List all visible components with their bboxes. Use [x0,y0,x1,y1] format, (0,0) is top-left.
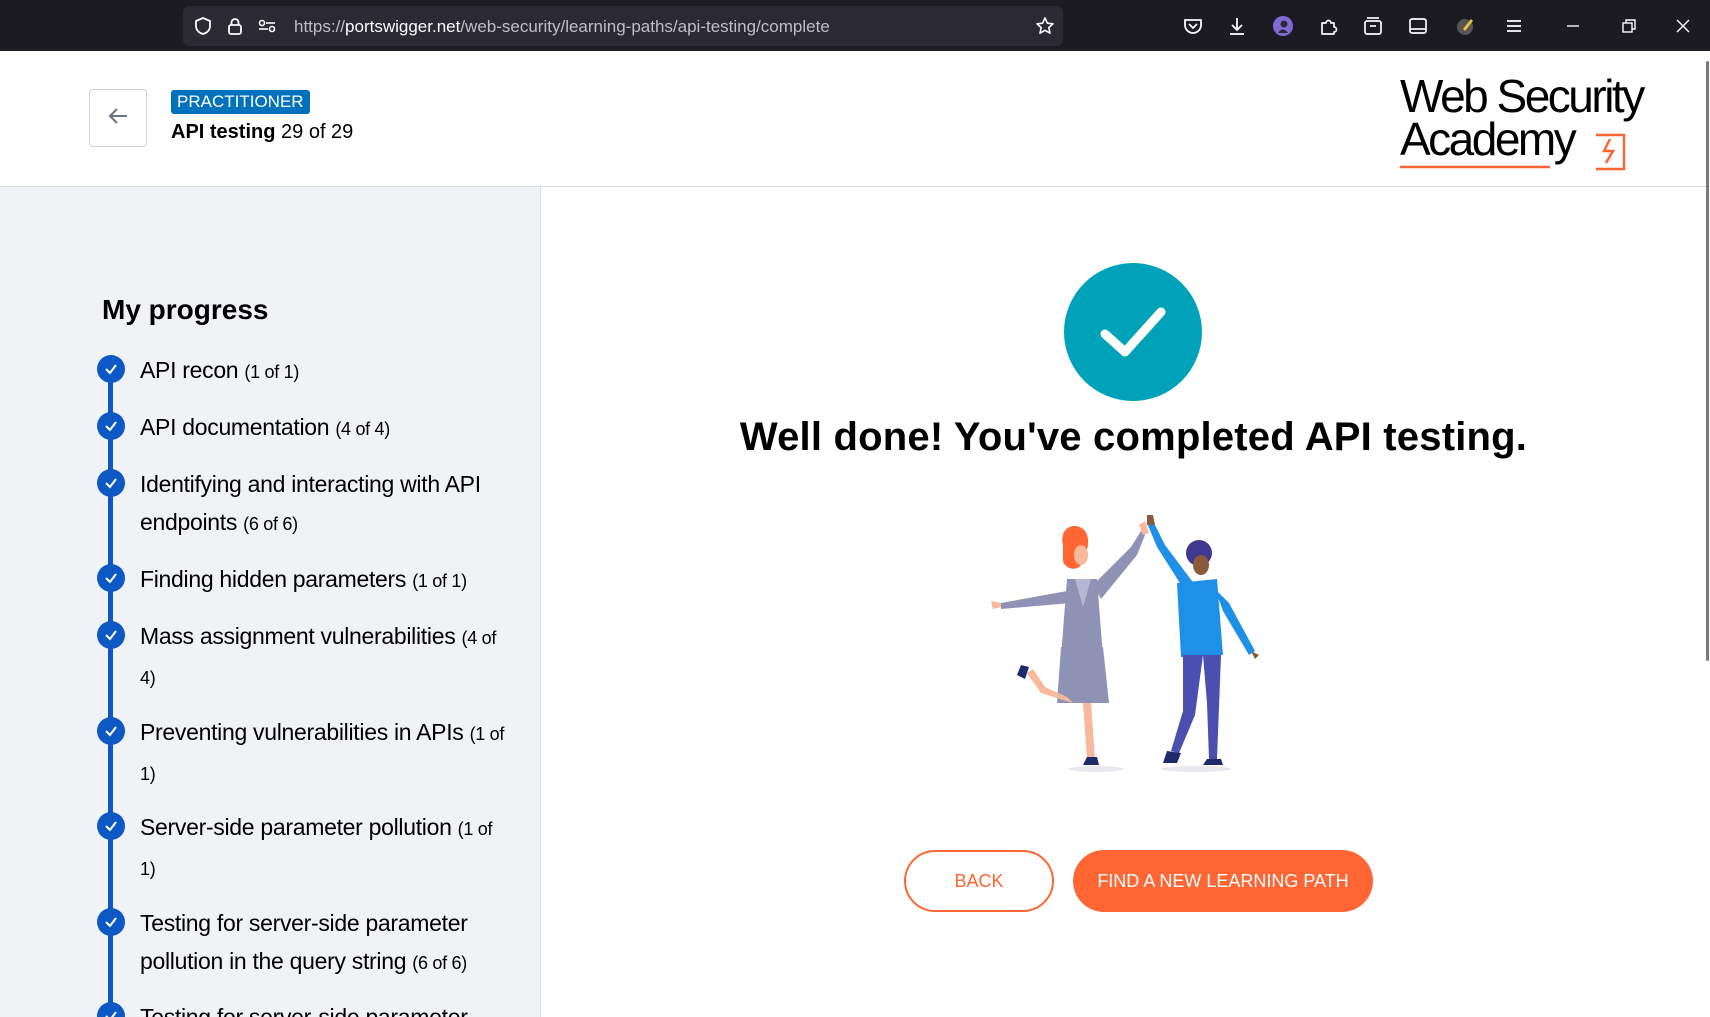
back-button[interactable]: BACK [904,850,1054,912]
progress-title: My progress [102,294,269,325]
completion-headline: Well done! You've completed API testing. [739,415,1528,459]
progress-item-label: Testing for server-side parameter [140,1004,468,1017]
restore-icon[interactable] [1617,15,1639,37]
progress-item-label: Server-side parameter pollution [140,814,452,840]
progress-item-count: (6 of 6) [412,953,467,973]
url-text[interactable]: https://portswigger.net/web-security/lea… [294,17,830,37]
learning-path-count: 29 of 29 [281,121,354,143]
progress-item-label: API documentation [140,414,330,440]
checkmark-icon [97,469,125,497]
progress-item-label: Preventing vulnerabilities in APIs [140,719,464,745]
learning-path-title: API testing [171,121,276,143]
progress-sidebar: My progress API recon (1 of 1) API docum… [0,187,541,1017]
arrow-left-icon [106,104,130,133]
checkmark-icon [97,412,125,440]
find-new-learning-path-button[interactable]: FIND A NEW LEARNING PATH [1073,850,1373,912]
extensions-icon[interactable] [1318,15,1340,37]
progress-item-label: API recon [140,357,239,383]
logo-accent-icon [1400,133,1626,171]
permissions-icon[interactable] [257,16,277,36]
progress-item-count: (1 of 1) [412,571,467,591]
completion-check-icon [1064,263,1202,401]
page-header: PRACTITIONER API testing 29 of 29 Web Se… [0,51,1710,187]
checkmark-icon [97,564,125,592]
checkmark-icon [97,1002,125,1017]
checkmark-icon [97,812,125,840]
checkmark-icon [97,908,125,936]
progress-item-count: (6 of 6) [243,514,298,534]
shield-icon[interactable] [193,16,213,36]
checkmark-icon [97,717,125,745]
high-five-illustration [991,515,1259,772]
tab-container-icon[interactable] [1362,15,1384,37]
scrollbar-thumb[interactable] [1706,61,1709,661]
sidebar-toggle-icon[interactable] [1407,15,1429,37]
page: PRACTITIONER API testing 29 of 29 Web Se… [0,51,1710,1017]
browser-toolbar: https://portswigger.net/web-security/lea… [0,0,1710,51]
progress-item-label: Mass assignment vulnerabilities [140,623,456,649]
account-avatar-icon[interactable] [1272,15,1294,37]
progress-item-label: Finding hidden parameters [140,566,407,592]
page-scrollbar[interactable] [1702,51,1710,1017]
downloads-icon[interactable] [1226,15,1248,37]
minimize-icon[interactable] [1562,15,1584,37]
checkmark-icon [97,355,125,383]
pocket-icon[interactable] [1182,15,1204,37]
learning-path-progress: API testing 29 of 29 [171,121,353,144]
address-bar[interactable]: https://portswigger.net/web-security/lea… [183,6,1063,46]
progress-item-label: Identifying and interacting with API end… [140,471,481,535]
extension-icon[interactable] [1455,15,1477,37]
progress-item-count: (4 of 4) [335,419,390,439]
close-window-icon[interactable] [1672,15,1694,37]
level-badge: PRACTITIONER [171,90,310,114]
web-security-academy-logo[interactable]: Web Security Academy [1400,73,1660,173]
menu-icon[interactable] [1503,15,1525,37]
header-back-button[interactable] [89,89,147,147]
bookmark-star-icon[interactable] [1035,16,1055,36]
progress-item-count: (1 of 1) [244,362,300,382]
lock-icon[interactable] [225,16,245,36]
completion-panel: Well done! You've completed API testing. [541,187,1710,1017]
checkmark-icon [97,621,125,649]
